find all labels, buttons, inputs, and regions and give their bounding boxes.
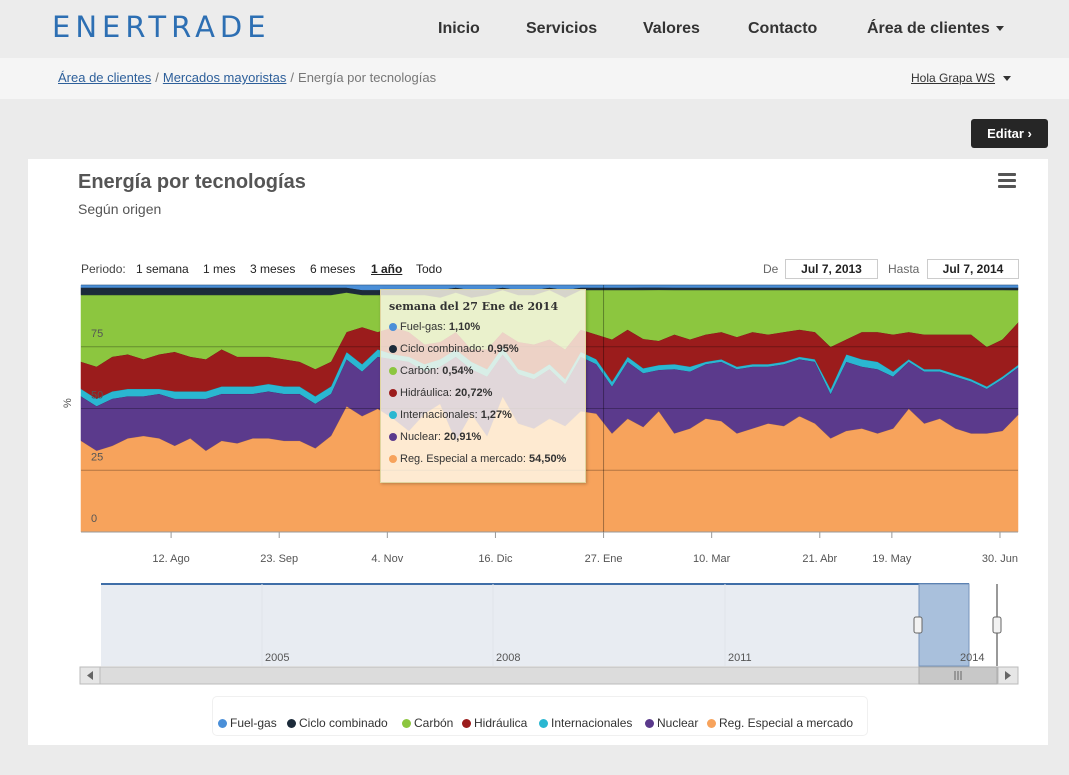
legend-item-carbon[interactable]: Carbón (402, 716, 453, 730)
nuclear-dot-icon (389, 433, 397, 441)
legend-item-fuel-gas[interactable]: Fuel-gas (218, 716, 277, 730)
carbon-dot-icon (389, 367, 397, 375)
reg-especial-dot-icon (389, 455, 397, 463)
hidraulica-dot-icon (389, 389, 397, 397)
y-tick-label: 25 (91, 451, 103, 463)
ciclo-combinado-dot-icon (389, 345, 397, 353)
legend-item-nuclear[interactable]: Nuclear (645, 716, 698, 730)
tooltip-series-value: 0,95% (487, 343, 519, 355)
navigator-year-label: 2011 (728, 652, 752, 664)
x-tick-label: 27. Ene (585, 553, 623, 565)
tooltip-series-value: 0,54% (442, 365, 474, 377)
tooltip-header: semana del 27 Ene de 2014 (389, 300, 559, 313)
legend-item-hidraulica[interactable]: Hidráulica (462, 716, 527, 730)
navigator-year-label: 2014 (960, 652, 984, 664)
fuel-gas-dot-icon (218, 719, 227, 728)
navigator[interactable]: 2005 2008 2011 2014 (80, 583, 1018, 667)
legend-item-ciclo-combinado[interactable]: Ciclo combinado (287, 716, 388, 730)
tooltip-row-ciclo-combinado: Ciclo combinado: 0,95% (389, 343, 519, 355)
tooltip-row-hidraulica: Hidráulica: 20,72% (389, 387, 492, 399)
x-axis: 12. Ago 23. Sep 4. Nov 16. Dic 27. Ene 10. Ma… (152, 532, 1018, 565)
legend-label: Reg. Especial a mercado (719, 716, 854, 730)
y-tick-label: 75 (91, 328, 103, 340)
legend-label: Nuclear (657, 716, 699, 730)
fuel-gas-dot-icon (389, 323, 397, 331)
hidraulica-dot-icon (462, 719, 471, 728)
chart-legend: Fuel-gas Ciclo combinado Carbón Hidráuli… (212, 696, 868, 736)
tooltip-series-name: Reg. Especial a mercado (400, 453, 523, 465)
ciclo-combinado-dot-icon (287, 719, 296, 728)
legend-item-reg-especial[interactable]: Reg. Especial a mercado (707, 716, 853, 730)
legend-label: Internacionales (551, 716, 633, 730)
tooltip-series-value: 20,91% (444, 431, 482, 443)
legend-label: Hidráulica (474, 716, 528, 730)
tooltip-series-value: 1,10% (448, 321, 481, 333)
tooltip-series-name: Hidráulica (400, 387, 449, 399)
y-tick-label: 50 (91, 390, 103, 402)
internacionales-dot-icon (539, 719, 548, 728)
legend-item-internacionales[interactable]: Internacionales (539, 716, 632, 730)
x-tick-label: 21. Abr (802, 553, 837, 565)
tooltip-series-name: Ciclo combinado (400, 343, 482, 355)
navigator-year-label: 2008 (496, 652, 520, 664)
tooltip-row-reg-especial: Reg. Especial a mercado: 54,50% (389, 453, 566, 465)
x-tick-label: 10. Mar (693, 553, 731, 565)
scrollbar[interactable] (79, 666, 1019, 685)
tooltip-series-name: Fuel-gas (400, 321, 443, 333)
tooltip-row-nuclear: Nuclear: 20,91% (389, 431, 481, 443)
tooltip-series-value: 20,72% (455, 387, 493, 399)
chart-tooltip: semana del 27 Ene de 2014 Fuel-gas: 1,10… (380, 289, 586, 483)
reg-especial-dot-icon (707, 719, 716, 728)
carbon-dot-icon (402, 719, 411, 728)
x-tick-label: 16. Dic (478, 553, 513, 565)
x-tick-label: 12. Ago (152, 553, 189, 565)
scrollbar-track[interactable] (79, 666, 1019, 685)
tooltip-row-fuel-gas: Fuel-gas: 1,10% (389, 321, 480, 333)
tooltip-series-name: Carbón (400, 365, 437, 377)
y-tick-label: 0 (91, 513, 97, 525)
legend-label: Carbón (414, 716, 454, 730)
legend-label: Fuel-gas (230, 716, 277, 730)
tooltip-row-internacionales: Internacionales: 1,27% (389, 409, 512, 421)
x-tick-label: 4. Nov (371, 553, 403, 565)
tooltip-series-value: 1,27% (480, 409, 512, 421)
legend-label: Ciclo combinado (299, 716, 388, 730)
navigator-left-handle[interactable] (913, 616, 923, 634)
navigator-year-label: 2005 (265, 652, 289, 664)
y-axis-label: % (62, 398, 74, 408)
x-tick-label: 23. Sep (260, 553, 298, 565)
tooltip-series-name: Internacionales (400, 409, 475, 421)
tooltip-row-carbon: Carbón: 0,54% (389, 365, 473, 377)
tooltip-series-value: 54,50% (529, 453, 567, 465)
nuclear-dot-icon (645, 719, 654, 728)
x-tick-label: 30. Jun (982, 553, 1018, 565)
tooltip-series-name: Nuclear (400, 431, 438, 443)
internacionales-dot-icon (389, 411, 397, 419)
navigator-right-handle[interactable] (992, 616, 1002, 634)
x-tick-label: 19. May (872, 553, 912, 565)
